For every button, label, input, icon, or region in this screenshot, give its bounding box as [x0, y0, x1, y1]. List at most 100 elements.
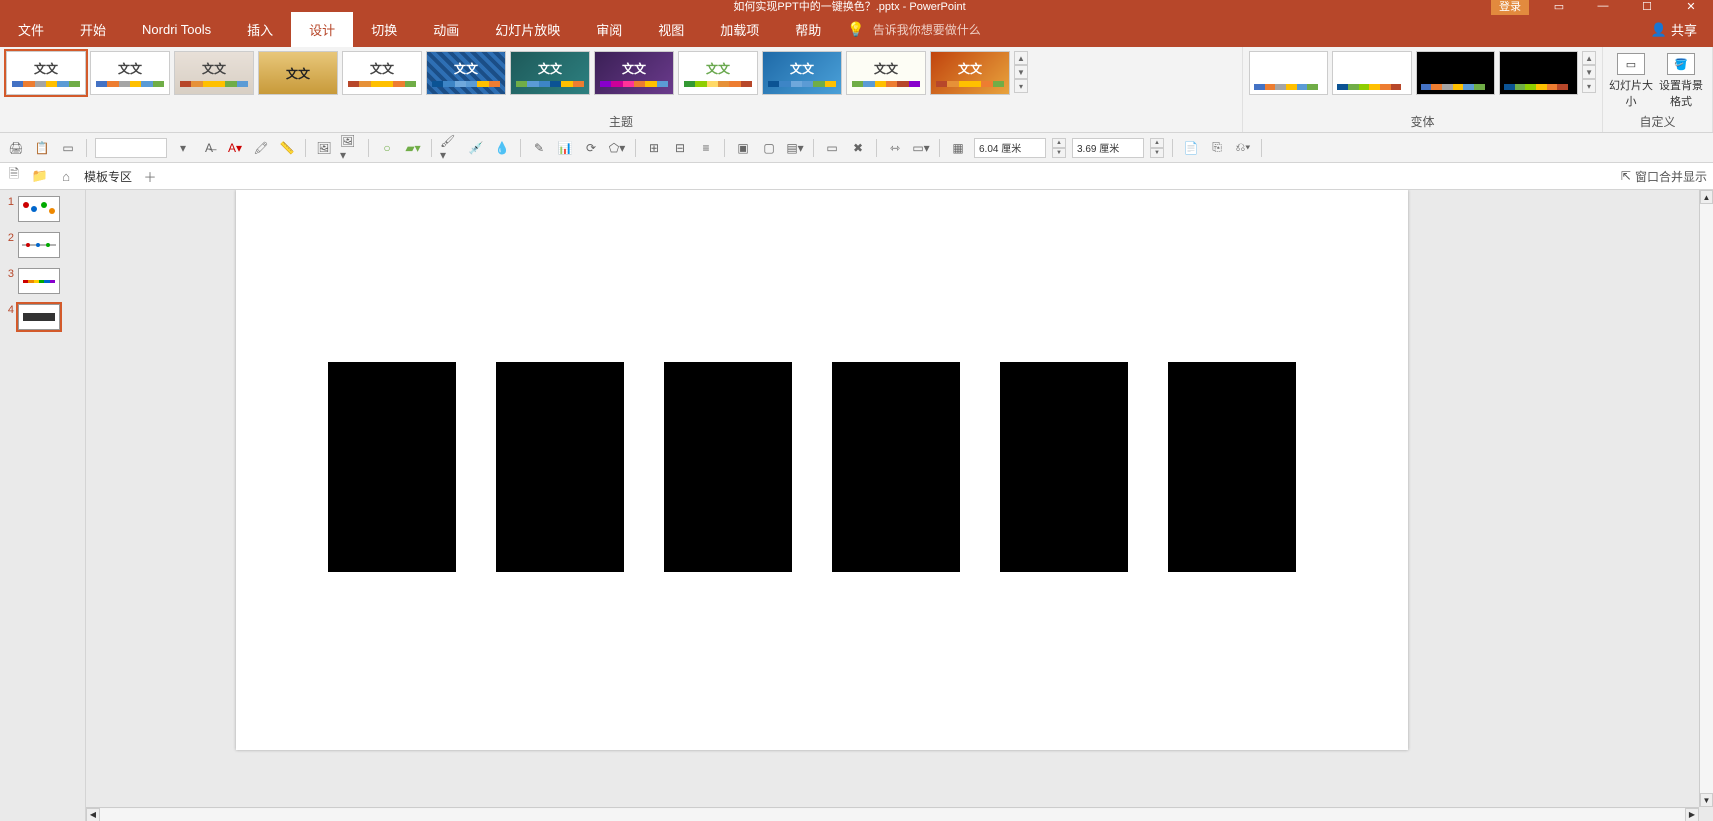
- menu-transitions[interactable]: 切换: [353, 12, 415, 47]
- placeholder-icon[interactable]: ▭: [822, 138, 842, 158]
- bring-front-icon[interactable]: ▣: [733, 138, 753, 158]
- slide-canvas[interactable]: [236, 190, 1408, 750]
- menu-slideshow[interactable]: 幻灯片放映: [477, 12, 578, 47]
- slide-thumb-2[interactable]: 2: [4, 232, 81, 258]
- distribute-v-icon[interactable]: ▭▾: [911, 138, 931, 158]
- slide-thumb-4[interactable]: 4: [4, 304, 81, 330]
- chart-icon[interactable]: 📊: [555, 138, 575, 158]
- shape-insert-icon[interactable]: ⬠▾: [607, 138, 627, 158]
- group-icon[interactable]: ⊞: [644, 138, 664, 158]
- theme-7[interactable]: 文文: [510, 51, 590, 95]
- home-icon[interactable]: ⌂: [58, 168, 74, 184]
- scroll-right-icon[interactable]: ▶: [1685, 808, 1699, 821]
- clear-format-icon[interactable]: A̶: [199, 138, 219, 158]
- copy-icon[interactable]: 📄: [1181, 138, 1201, 158]
- menu-animations[interactable]: 动画: [415, 12, 477, 47]
- eyedropper2-icon[interactable]: 💧: [492, 138, 512, 158]
- picture-icon[interactable]: 🖼: [314, 138, 334, 158]
- print-icon[interactable]: 🖨: [6, 138, 26, 158]
- scroll-v-track[interactable]: [1700, 204, 1713, 793]
- scroll-h-track[interactable]: [100, 809, 1685, 821]
- refresh-icon[interactable]: ⟳: [581, 138, 601, 158]
- paste-icon[interactable]: 📋: [32, 138, 52, 158]
- menu-nordri-tools[interactable]: Nordri Tools: [124, 12, 229, 47]
- slide-canvas-area[interactable]: ◀ ▶ ▲ ▼: [86, 190, 1713, 821]
- scroll-up-icon[interactable]: ▲: [1014, 51, 1028, 65]
- minimize-button[interactable]: —: [1589, 0, 1617, 12]
- template-area-tab[interactable]: 模板专区: [84, 168, 132, 185]
- rect-5[interactable]: [1000, 362, 1128, 572]
- theme-11[interactable]: 文文: [846, 51, 926, 95]
- grid-icon[interactable]: ▦: [948, 138, 968, 158]
- theme-2[interactable]: 文文: [90, 51, 170, 95]
- height-spinner[interactable]: ▲▼: [1150, 138, 1164, 158]
- theme-9[interactable]: 文文: [678, 51, 758, 95]
- slide-thumb-3[interactable]: 3: [4, 268, 81, 294]
- horizontal-scrollbar[interactable]: ◀ ▶: [86, 807, 1699, 821]
- variants-scroll[interactable]: ▲ ▼ ▾: [1582, 51, 1596, 93]
- delete-icon[interactable]: ✖: [848, 138, 868, 158]
- rect-4[interactable]: [832, 362, 960, 572]
- scroll-left-icon[interactable]: ◀: [86, 808, 100, 821]
- theme-office[interactable]: 文文: [6, 51, 86, 95]
- theme-4[interactable]: 文文: [258, 51, 338, 95]
- new-file-icon[interactable]: 🗎: [6, 168, 22, 184]
- align-icon[interactable]: ≡: [696, 138, 716, 158]
- menu-addins[interactable]: 加载项: [702, 12, 777, 47]
- circle-shape-icon[interactable]: ○: [377, 138, 397, 158]
- eyedropper-icon[interactable]: 💉: [466, 138, 486, 158]
- theme-5[interactable]: 文文: [342, 51, 422, 95]
- variant-2[interactable]: [1332, 51, 1411, 95]
- fill-color-icon[interactable]: ▰▾: [403, 138, 423, 158]
- rect-3[interactable]: [664, 362, 792, 572]
- distribute-h-icon[interactable]: ⇿: [885, 138, 905, 158]
- ruler-check-icon[interactable]: 📏: [277, 138, 297, 158]
- textbox-icon[interactable]: ▭: [58, 138, 78, 158]
- folder-icon[interactable]: 📁: [32, 168, 48, 184]
- menu-view[interactable]: 视图: [640, 12, 702, 47]
- redo-icon[interactable]: ⎌▾: [1233, 138, 1253, 158]
- tell-me-search[interactable]: 💡 告诉我你想要做什么: [847, 21, 980, 38]
- theme-6[interactable]: 文文: [426, 51, 506, 95]
- scroll-down-icon[interactable]: ▼: [1014, 65, 1028, 79]
- slide-size-button[interactable]: ▭ 幻灯片大小: [1609, 53, 1653, 109]
- pen-icon[interactable]: ✎: [529, 138, 549, 158]
- rect-2[interactable]: [496, 362, 624, 572]
- login-button[interactable]: 登录: [1491, 0, 1529, 15]
- ribbon-options-button[interactable]: ▭: [1545, 0, 1573, 13]
- height-input[interactable]: 3.69 厘米: [1072, 138, 1144, 158]
- paste-special-icon[interactable]: ⎘: [1207, 138, 1227, 158]
- scroll-down-icon[interactable]: ▼: [1700, 793, 1713, 807]
- font-size-icon[interactable]: ▾: [173, 138, 193, 158]
- theme-3[interactable]: 文文: [174, 51, 254, 95]
- menu-design[interactable]: 设计: [291, 12, 353, 47]
- variant-3[interactable]: [1416, 51, 1495, 95]
- window-merge-display[interactable]: ⇱ 窗口合并显示: [1621, 168, 1707, 185]
- picture-style-icon[interactable]: 🖼▾: [340, 138, 360, 158]
- variant-1[interactable]: [1249, 51, 1328, 95]
- theme-8[interactable]: 文文: [594, 51, 674, 95]
- slide-thumb-1[interactable]: 1: [4, 196, 81, 222]
- theme-12[interactable]: 文文: [930, 51, 1010, 95]
- menu-help[interactable]: 帮助: [777, 12, 839, 47]
- expand-variants-icon[interactable]: ▾: [1582, 79, 1596, 93]
- menu-file[interactable]: 文件: [0, 12, 62, 47]
- ungroup-icon[interactable]: ⊟: [670, 138, 690, 158]
- scroll-down-icon[interactable]: ▼: [1582, 65, 1596, 79]
- add-tab-icon[interactable]: ＋: [142, 168, 158, 184]
- themes-scroll[interactable]: ▲ ▼ ▾: [1014, 51, 1028, 93]
- background-format-button[interactable]: 🪣 设置背景格式: [1659, 53, 1703, 109]
- vertical-scrollbar[interactable]: ▲ ▼: [1699, 190, 1713, 807]
- font-combo[interactable]: [95, 138, 167, 158]
- arrange-icon[interactable]: ▤▾: [785, 138, 805, 158]
- send-back-icon[interactable]: ▢: [759, 138, 779, 158]
- share-button[interactable]: 👤 共享: [1651, 20, 1697, 39]
- variant-4[interactable]: [1499, 51, 1578, 95]
- maximize-button[interactable]: ☐: [1633, 0, 1661, 13]
- rect-6[interactable]: [1168, 362, 1296, 572]
- rect-1[interactable]: [328, 362, 456, 572]
- theme-10[interactable]: 文文: [762, 51, 842, 95]
- scroll-up-icon[interactable]: ▲: [1582, 51, 1596, 65]
- highlighter-icon[interactable]: 🖍: [251, 138, 271, 158]
- width-spinner[interactable]: ▲▼: [1052, 138, 1066, 158]
